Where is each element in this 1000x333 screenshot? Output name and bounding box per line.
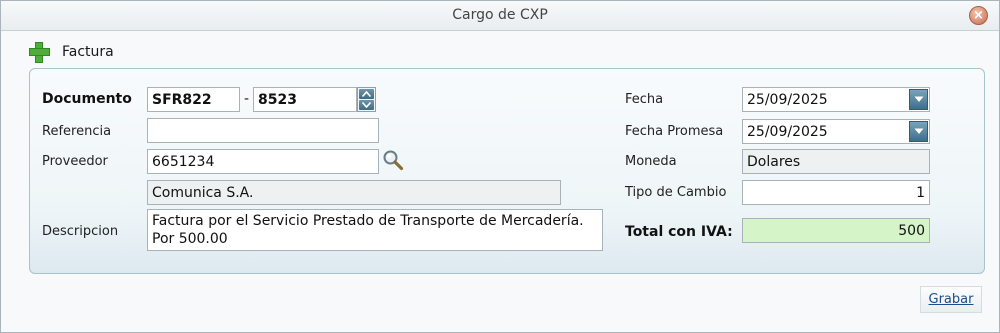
window-title: Cargo de CXP bbox=[452, 7, 548, 23]
fecha-label: Fecha bbox=[625, 92, 664, 107]
form-panel: Documento - Referencia Proveedor Descrip… bbox=[29, 68, 985, 274]
plus-icon[interactable] bbox=[29, 42, 50, 63]
documento-label: Documento bbox=[42, 91, 132, 107]
dialog-window: Cargo de CXP × Factura Documento - Refer… bbox=[0, 0, 1000, 333]
total-label: Total con IVA: bbox=[625, 224, 733, 240]
descripcion-label: Descripcion bbox=[42, 224, 119, 239]
descripcion-textarea[interactable]: Factura por el Servicio Prestado de Tran… bbox=[147, 209, 603, 251]
fecha-promesa-input[interactable] bbox=[742, 119, 930, 144]
chevron-down-icon[interactable] bbox=[909, 121, 928, 142]
total-field bbox=[742, 218, 930, 243]
moneda-label: Moneda bbox=[625, 154, 677, 169]
referencia-label: Referencia bbox=[42, 124, 112, 139]
proveedor-name-field bbox=[147, 180, 561, 205]
search-icon[interactable] bbox=[382, 149, 404, 171]
save-button[interactable]: Grabar bbox=[920, 286, 982, 313]
documento-number-input[interactable] bbox=[253, 87, 357, 112]
proveedor-code-input[interactable] bbox=[147, 149, 379, 174]
spinner-down-icon[interactable] bbox=[359, 100, 374, 110]
fecha-input[interactable] bbox=[742, 87, 930, 112]
title-bar: Cargo de CXP × bbox=[1, 1, 999, 31]
tipo-cambio-label: Tipo de Cambio bbox=[625, 185, 727, 200]
fecha-promesa-label: Fecha Promesa bbox=[625, 124, 724, 139]
referencia-input[interactable] bbox=[147, 118, 379, 143]
proveedor-label: Proveedor bbox=[42, 154, 108, 169]
tipo-cambio-input[interactable] bbox=[742, 180, 930, 205]
chevron-down-icon[interactable] bbox=[909, 89, 928, 110]
moneda-field bbox=[742, 149, 930, 174]
documento-separator: - bbox=[244, 91, 250, 107]
spinner-up-icon[interactable] bbox=[359, 89, 374, 99]
documento-spinner bbox=[357, 87, 376, 112]
section-label: Factura bbox=[62, 44, 114, 60]
close-icon[interactable]: × bbox=[969, 6, 988, 25]
documento-prefix-input[interactable] bbox=[147, 87, 240, 112]
